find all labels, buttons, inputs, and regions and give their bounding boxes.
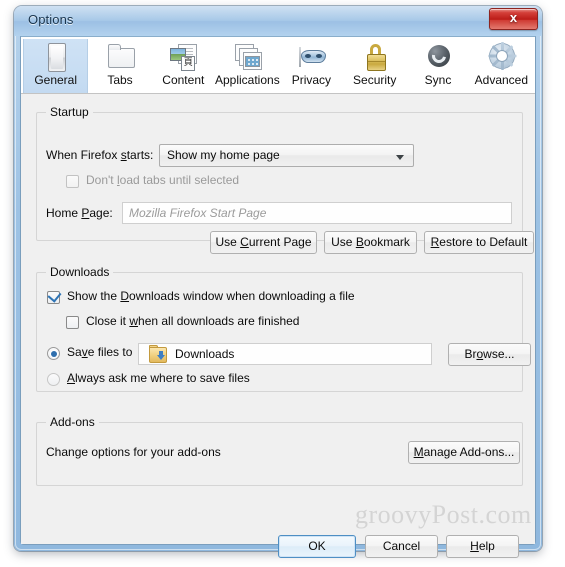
window-title: Options <box>28 12 74 27</box>
tab-tabs[interactable]: Tabs <box>88 39 151 93</box>
show-downloads-window-checkbox[interactable] <box>47 288 62 304</box>
advanced-gear-icon <box>485 42 517 72</box>
always-ask-radio[interactable] <box>47 373 60 386</box>
title-bar: Options x <box>14 6 542 36</box>
restore-to-default-button[interactable]: Restore to Default <box>424 231 534 254</box>
options-window: Options x General Tabs 頁 Content Applica… <box>14 6 542 558</box>
tab-sync-label: Sync <box>424 73 452 87</box>
client-area: General Tabs 頁 Content Applications Priv… <box>20 36 536 558</box>
security-lock-icon <box>359 42 391 72</box>
startup-select[interactable]: Show my home page <box>159 144 414 167</box>
startup-select-value: Show my home page <box>167 148 280 162</box>
tab-advanced[interactable]: Advanced <box>470 39 533 93</box>
radio-dot <box>50 350 57 357</box>
tab-content-label: Content <box>162 73 205 87</box>
tab-tabs-label: Tabs <box>107 73 133 87</box>
close-when-finished-checkbox[interactable] <box>66 316 79 329</box>
close-icon: x <box>509 10 518 25</box>
save-path-value: Downloads <box>175 347 235 361</box>
content-page-icon: 頁 <box>167 42 199 72</box>
tab-sync[interactable]: Sync <box>406 39 469 93</box>
help-button[interactable]: Help <box>446 535 519 558</box>
use-bookmark-button[interactable]: Use Bookmark <box>324 231 417 254</box>
downloads-group-title: Downloads <box>46 265 114 279</box>
close-when-finished-label: Close it when all downloads are finished <box>86 314 300 328</box>
use-current-page-button[interactable]: Use Current Page <box>210 231 317 254</box>
addons-group-title: Add-ons <box>46 415 99 429</box>
home-page-label: Home Page: <box>46 206 113 220</box>
tab-content[interactable]: 頁 Content <box>152 39 215 93</box>
sync-refresh-icon <box>422 42 454 72</box>
cancel-button[interactable]: Cancel <box>365 535 438 558</box>
always-ask-label: Always ask me where to save files <box>67 371 250 385</box>
tab-applications[interactable]: Applications <box>215 39 280 93</box>
browse-button[interactable]: Browse... <box>448 343 531 366</box>
home-page-placeholder: Mozilla Firefox Start Page <box>129 206 267 220</box>
manage-addons-button[interactable]: Manage Add-ons... <box>408 441 520 464</box>
chevron-down-icon <box>396 155 404 160</box>
tab-general-label: General <box>34 73 78 87</box>
tab-strip: General Tabs 頁 Content Applications Priv… <box>21 37 535 94</box>
applications-icon <box>231 42 263 72</box>
privacy-mask-icon <box>295 42 327 72</box>
browser-window-icon <box>40 42 72 72</box>
downloads-folder-icon <box>149 345 167 363</box>
home-page-input[interactable]: Mozilla Firefox Start Page <box>122 202 512 224</box>
addons-description: Change options for your add-ons <box>46 445 221 459</box>
close-button[interactable]: x <box>489 8 538 30</box>
dont-load-tabs-label: Don't load tabs until selected <box>86 173 240 187</box>
ok-button[interactable]: OK <box>278 535 356 558</box>
tab-privacy[interactable]: Privacy <box>280 39 343 93</box>
tab-security-label: Security <box>353 73 397 87</box>
save-files-to-radio[interactable] <box>47 347 60 360</box>
tab-advanced-label: Advanced <box>474 73 529 87</box>
tab-privacy-label: Privacy <box>291 73 332 87</box>
save-path-field[interactable]: Downloads <box>138 343 432 365</box>
tab-applications-label: Applications <box>214 73 280 87</box>
save-files-to-label: Save files to <box>67 345 133 359</box>
dont-load-tabs-checkbox[interactable] <box>66 175 79 188</box>
tab-general[interactable]: General <box>23 39 89 93</box>
tab-security[interactable]: Security <box>343 39 406 93</box>
general-pane: Startup When Firefox starts: Show my hom… <box>21 94 535 558</box>
when-firefox-starts-label: When Firefox starts: <box>46 148 154 162</box>
startup-group-title: Startup <box>46 105 93 119</box>
folder-tabs-icon <box>104 42 136 72</box>
show-downloads-window-label: Show the Downloads window when downloadi… <box>67 289 355 303</box>
